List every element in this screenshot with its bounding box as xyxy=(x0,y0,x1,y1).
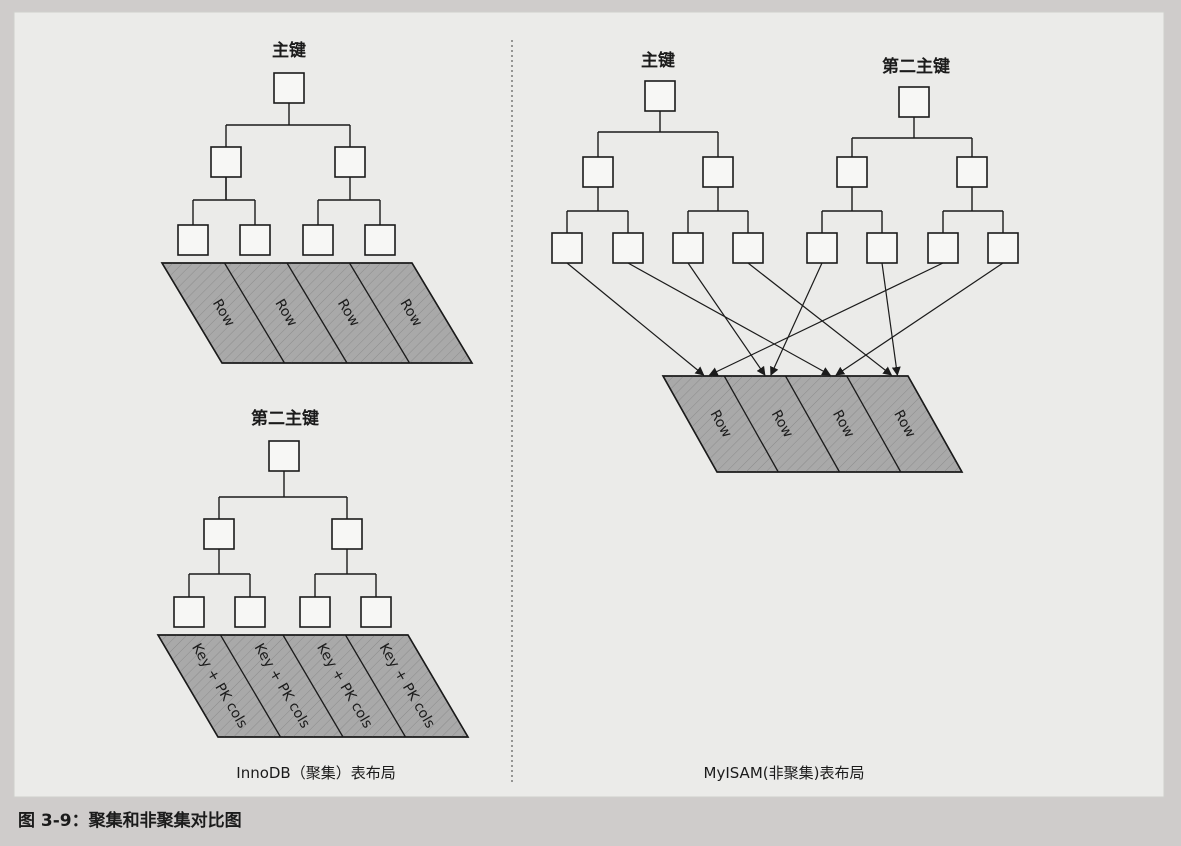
innodb-primary-inner-node-0 xyxy=(210,146,242,178)
myisam-secondary-inner-node-1 xyxy=(956,156,988,188)
myisam-primary-inner-node-1 xyxy=(702,156,734,188)
myisam-primary-root-node xyxy=(644,80,676,112)
myisam-primary-leaf-node-1 xyxy=(612,232,644,264)
myisam-primary-leaf-node-3 xyxy=(732,232,764,264)
innodb-secondary-root-node xyxy=(268,440,300,472)
innodb-secondary-leaf-node-3 xyxy=(360,596,392,628)
myisam-secondary-inner-node-0 xyxy=(836,156,868,188)
myisam-primary-leaf-node-0 xyxy=(551,232,583,264)
innodb-secondary-leaf-node-2 xyxy=(299,596,331,628)
figure-caption: 图 3-9：聚集和非聚集对比图 xyxy=(18,810,242,831)
myisam-primary-inner-node-0 xyxy=(582,156,614,188)
innodb-primary-root-node xyxy=(273,72,305,104)
myisam-secondary-leaf-node-0 xyxy=(806,232,838,264)
myisam-primary-leaf-node-2 xyxy=(672,232,704,264)
innodb-secondary-inner-node-1 xyxy=(331,518,363,550)
innodb-secondary-tree-title: 第二主键 xyxy=(251,408,319,429)
myisam-secondary-leaf-node-2 xyxy=(927,232,959,264)
innodb-primary-leaf-node-2 xyxy=(302,224,334,256)
myisam-primary-tree-title: 主键 xyxy=(641,50,675,71)
innodb-primary-leaf-node-1 xyxy=(239,224,271,256)
myisam-secondary-root-node xyxy=(898,86,930,118)
innodb-secondary-inner-node-0 xyxy=(203,518,235,550)
innodb-primary-leaf-node-3 xyxy=(364,224,396,256)
innodb-primary-leaf-node-0 xyxy=(177,224,209,256)
innodb-secondary-leaf-node-0 xyxy=(173,596,205,628)
innodb-primary-tree-title: 主键 xyxy=(272,40,306,61)
innodb-secondary-leaf-node-1 xyxy=(234,596,266,628)
innodb-caption: InnoDB（聚集）表布局 xyxy=(236,764,395,782)
myisam-secondary-leaf-node-3 xyxy=(987,232,1019,264)
myisam-secondary-tree-title: 第二主键 xyxy=(882,56,950,77)
diagram-canvas: 主键 第二主键 主键 第二主键 InnoDB（聚集）表布局 MyISAM(非聚集… xyxy=(13,11,1165,831)
innodb-primary-inner-node-1 xyxy=(334,146,366,178)
myisam-caption: MyISAM(非聚集)表布局 xyxy=(704,764,865,782)
myisam-secondary-leaf-node-1 xyxy=(866,232,898,264)
